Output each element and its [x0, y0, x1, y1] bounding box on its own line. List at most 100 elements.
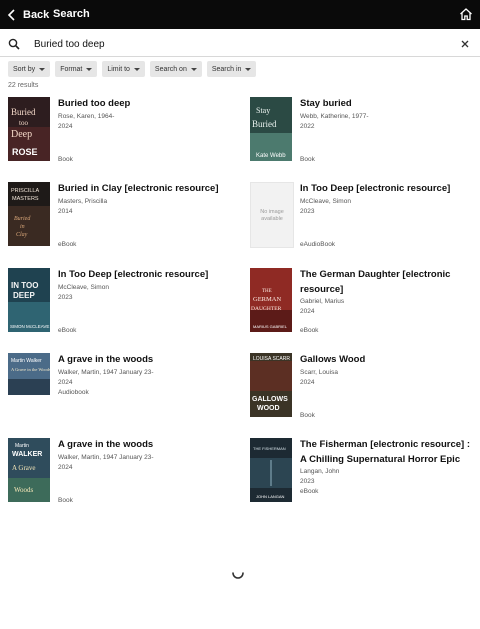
result-format: eBook	[300, 327, 319, 334]
book-cover: Stay Buried Kate Webb	[250, 97, 292, 161]
book-cover: THE GERMAN DAUGHTER MARIUS GABRIEL	[250, 268, 292, 332]
result-author: Webb, Katherine, 1977-	[300, 112, 369, 120]
result-title[interactable]: Buried in Clay [electronic resource]	[58, 182, 230, 197]
result-title[interactable]: Stay buried	[300, 97, 472, 112]
page-title: Search	[53, 8, 90, 20]
loading-spinner-icon	[232, 572, 244, 579]
result-year: 2024	[300, 308, 315, 315]
result-format: eBook	[300, 488, 319, 495]
result-item[interactable]: PRISCILLA MASTERS Buried in Clay Buried …	[8, 182, 230, 248]
svg-text:Woods: Woods	[14, 486, 34, 494]
result-title[interactable]: Gallows Wood	[300, 353, 472, 368]
svg-text:Deep: Deep	[11, 129, 32, 140]
result-title[interactable]: In Too Deep [electronic resource]	[58, 268, 230, 283]
result-format: eAudioBook	[300, 241, 336, 248]
result-year: 2023	[58, 293, 73, 301]
close-icon[interactable]	[460, 39, 470, 49]
book-cover: Buried too Deep ROSE	[8, 97, 50, 161]
result-year: 2023	[300, 478, 315, 485]
svg-text:Martin Walker: Martin Walker	[11, 358, 42, 364]
svg-text:MARIUS GABRIEL: MARIUS GABRIEL	[253, 324, 288, 329]
result-year: 2022	[300, 122, 315, 130]
chevron-left-icon	[7, 9, 15, 21]
result-author: Gabriel, Marius	[300, 298, 345, 305]
result-format: eBook	[58, 241, 77, 248]
result-item[interactable]: Stay Buried Kate Webb Stay buried Webb, …	[250, 97, 472, 163]
result-title[interactable]: Buried too deep	[58, 97, 230, 112]
book-cover: PRISCILLA MASTERS Buried in Clay	[8, 182, 50, 246]
result-item[interactable]: Buried too Deep ROSE Buried too deep Ros…	[8, 97, 230, 163]
filter-label: Limit to	[107, 65, 130, 73]
svg-text:IN TOO: IN TOO	[11, 281, 38, 290]
result-year: 2014	[58, 207, 73, 215]
svg-text:THE: THE	[262, 289, 272, 294]
result-title[interactable]: A grave in the woods	[58, 353, 230, 368]
result-year: 2023	[300, 207, 315, 215]
result-format: Audiobook	[58, 388, 89, 396]
result-item[interactable]: IN TOO DEEP SIMON McCLEAVE In Too Deep […	[8, 268, 230, 334]
sort-by-button[interactable]: Sort by	[8, 61, 51, 77]
caret-down-icon	[245, 67, 252, 71]
filter-label: Search in	[211, 65, 242, 73]
format-button[interactable]: Format	[55, 61, 98, 77]
caret-down-icon	[133, 67, 140, 71]
svg-text:Buried: Buried	[11, 107, 36, 117]
result-item[interactable]: Martin Walker A Grave in the Woods A gra…	[8, 353, 230, 419]
svg-text:GERMAN: GERMAN	[253, 296, 281, 303]
result-author: Walker, Martin, 1947 January 23-	[58, 368, 154, 376]
svg-text:MASTERS: MASTERS	[12, 196, 39, 202]
results-count: 22 results	[8, 82, 39, 89]
limit-to-button[interactable]: Limit to	[102, 61, 145, 77]
search-icon	[8, 38, 20, 50]
book-cover: Martin WALKER A Grave Woods	[8, 438, 50, 502]
book-cover: IN TOO DEEP SIMON McCLEAVE	[8, 268, 50, 332]
book-cover: LOUISA SCARR GALLOWS WOOD	[250, 353, 292, 417]
result-item[interactable]: Martin WALKER A Grave Woods A grave in t…	[8, 438, 230, 504]
home-icon[interactable]	[459, 7, 473, 21]
result-year: 2024	[300, 378, 315, 386]
result-item[interactable]: No image available In Too Deep [electron…	[250, 182, 472, 248]
result-format: Book	[300, 412, 315, 419]
top-app-bar: Back Search	[0, 0, 480, 29]
search-input[interactable]	[34, 35, 434, 53]
result-author: McCleave, Simon	[300, 197, 351, 205]
svg-text:No image: No image	[260, 209, 284, 215]
svg-text:WALKER: WALKER	[12, 451, 42, 458]
caret-down-icon	[190, 67, 197, 71]
svg-text:Buried: Buried	[252, 119, 277, 129]
book-cover: THE FISHERMAN JOHN LANGAN	[250, 438, 292, 502]
svg-text:A Grave in the Woods: A Grave in the Woods	[11, 367, 50, 372]
svg-text:in: in	[20, 224, 25, 230]
result-format: Book	[58, 156, 73, 163]
svg-text:THE FISHERMAN: THE FISHERMAN	[253, 446, 286, 451]
result-title[interactable]: The Fisherman [electronic resource] : A …	[300, 438, 472, 467]
back-button[interactable]: Back	[6, 6, 49, 24]
result-item[interactable]: LOUISA SCARR GALLOWS WOOD Gallows Wood S…	[250, 353, 472, 419]
search-in-button[interactable]: Search in	[206, 61, 257, 77]
svg-text:GALLOWS: GALLOWS	[252, 396, 288, 403]
svg-text:too: too	[19, 119, 28, 127]
result-title[interactable]: A grave in the woods	[58, 438, 230, 453]
result-author: Masters, Priscilla	[58, 197, 108, 205]
svg-text:PRISCILLA: PRISCILLA	[11, 188, 39, 194]
caret-down-icon	[86, 67, 93, 71]
search-bar	[0, 33, 480, 57]
result-item[interactable]: THE FISHERMAN JOHN LANGAN The Fisherman …	[250, 438, 472, 508]
result-title[interactable]: In Too Deep [electronic resource]	[300, 182, 472, 197]
result-title[interactable]: The German Daughter [electronic resource…	[300, 268, 472, 297]
back-label: Back	[23, 9, 50, 21]
result-author: Scarr, Louisa	[300, 368, 338, 376]
svg-text:A Grave: A Grave	[12, 464, 36, 472]
result-format: eBook	[58, 327, 77, 334]
result-author: Rose, Karen, 1964-	[58, 112, 115, 120]
caret-down-icon	[39, 67, 46, 71]
no-image-placeholder: No image available	[250, 182, 294, 248]
result-item[interactable]: THE GERMAN DAUGHTER MARIUS GABRIEL The G…	[250, 268, 472, 334]
search-on-button[interactable]: Search on	[149, 61, 202, 77]
book-cover: Martin Walker A Grave in the Woods	[8, 353, 50, 395]
svg-text:WOOD: WOOD	[257, 405, 280, 412]
svg-text:Clay: Clay	[16, 232, 28, 238]
svg-text:Martin: Martin	[15, 443, 29, 449]
result-year: 2024	[58, 378, 73, 386]
svg-text:Stay: Stay	[256, 106, 270, 115]
